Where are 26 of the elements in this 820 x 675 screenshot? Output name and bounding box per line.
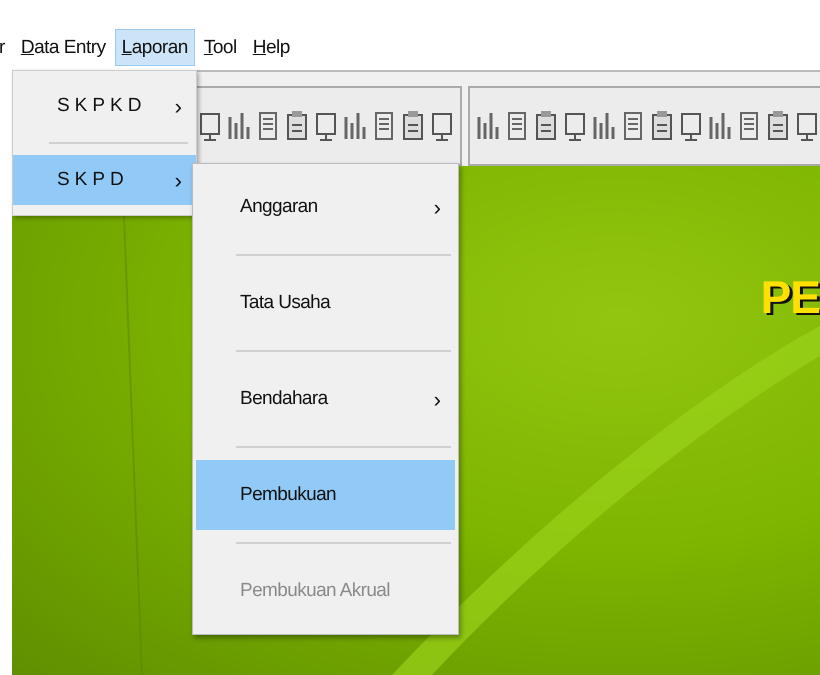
menu-item[interactable]: Laporan	[114, 29, 195, 66]
menu-item[interactable]: Help	[246, 29, 297, 66]
clipboard-icon[interactable]	[534, 109, 558, 143]
menu-item[interactable]: Data Entry	[14, 29, 113, 66]
banner-title: PE	[760, 274, 820, 320]
document-icon[interactable]	[505, 109, 529, 143]
submenu-arrow: ›	[434, 386, 441, 414]
menu-item[interactable]: SKPD ›	[13, 155, 196, 205]
document-icon[interactable]	[256, 109, 280, 143]
menu-item[interactable]: Bendahara ›	[196, 364, 455, 434]
menu-item[interactable]: Pembukuan	[196, 460, 455, 530]
clipboard-icon[interactable]	[285, 109, 309, 143]
document-icon[interactable]	[737, 109, 761, 143]
submenu-arrow: ›	[174, 92, 182, 120]
menu-item[interactable]: Anggaran ›	[196, 172, 455, 242]
clipboard-icon[interactable]	[401, 109, 425, 143]
clipboard-icon[interactable]	[650, 109, 674, 143]
document-icon[interactable]	[372, 109, 396, 143]
menu-item[interactable]: r	[0, 29, 12, 66]
submenu-arrow: ›	[174, 166, 182, 194]
menu-item[interactable]: SKPKD ›	[13, 81, 196, 131]
clipboard-icon[interactable]	[766, 109, 790, 143]
menu-item[interactable]: Tool	[196, 29, 244, 66]
submenu-arrow: ›	[434, 194, 441, 222]
document-icon[interactable]	[621, 109, 645, 143]
menu-item[interactable]: Tata Usaha	[196, 268, 455, 338]
